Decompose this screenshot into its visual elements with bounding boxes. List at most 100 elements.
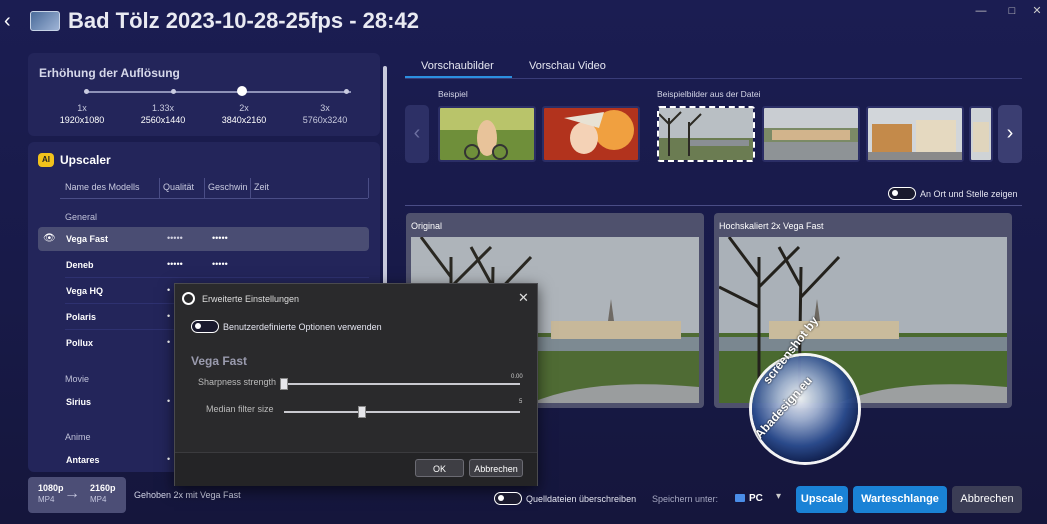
sharpness-slider-track[interactable] [284, 383, 520, 385]
status-text: Gehoben 2x mit Vega Fast [134, 490, 241, 500]
scale-option[interactable]: 3x 5760x3240 [285, 102, 365, 126]
minimize-button[interactable]: — [966, 2, 996, 20]
scale-slider-track[interactable] [86, 91, 351, 93]
model-name: Sirius [66, 397, 92, 407]
preview-divider [405, 205, 1022, 206]
tab-vorschaubilder[interactable]: Vorschaubilder [421, 60, 494, 72]
ok-button[interactable]: OK [415, 459, 464, 477]
median-filter-slider-track[interactable] [284, 411, 520, 413]
source-resolution: 1080p [38, 483, 64, 493]
quality-rating: • [167, 454, 171, 464]
median-filter-value: 5 [519, 399, 523, 405]
resolution-heading: Erhöhung der Auflösung [39, 66, 180, 80]
file-sample-thumbnail-4[interactable] [969, 106, 993, 162]
column-divider [204, 178, 205, 198]
in-place-label: An Ort und Stelle zeigen [920, 189, 1018, 199]
back-arrow-icon[interactable]: ‹ [4, 10, 20, 32]
scale-tick-1-33x[interactable] [171, 89, 176, 94]
column-quality[interactable]: Qualität [163, 182, 194, 192]
speed-rating: ••••• [212, 259, 228, 269]
row-divider [65, 277, 369, 278]
tab-vorschau-video[interactable]: Vorschau Video [529, 60, 606, 72]
next-thumbnails-button[interactable]: › [998, 105, 1022, 163]
source-format: MP4 [38, 495, 55, 504]
save-target[interactable]: PC [749, 493, 763, 504]
column-divider [250, 178, 251, 198]
upscaled-preview-panel: Hochskaliert 2x Vega Fast [714, 213, 1012, 408]
model-name: Antares [66, 455, 100, 465]
column-divider [368, 178, 369, 198]
quality-rating: • [167, 337, 171, 347]
scale-tick-3x[interactable] [344, 89, 349, 94]
dialog-cancel-button[interactable]: Abbrechen [469, 459, 523, 477]
pc-monitor-icon [735, 494, 745, 502]
target-resolution: 2160p [90, 483, 116, 493]
custom-options-label: Benutzerdefinierte Optionen verwenden [223, 322, 382, 332]
sharpness-label: Sharpness strength [198, 377, 277, 387]
example-thumbnail-girl[interactable] [438, 106, 536, 162]
model-row-deneb[interactable]: Deneb ••••• ••••• [38, 253, 369, 277]
file-samples-label: Beispielbilder aus der Datei [657, 89, 761, 99]
sharpness-value: 0.00 [511, 374, 523, 380]
cancel-button[interactable]: Abbrechen [952, 486, 1022, 513]
custom-options-toggle[interactable] [191, 320, 219, 333]
quality-rating: • [167, 285, 171, 295]
tab-divider [405, 78, 1022, 79]
quality-rating: • [167, 396, 171, 406]
anime-character-image [544, 108, 638, 160]
model-heading: Vega Fast [191, 354, 248, 368]
header-divider [60, 198, 368, 199]
model-name: Vega HQ [66, 286, 104, 296]
scale-knob[interactable] [237, 86, 247, 96]
resolution-panel: Erhöhung der Auflösung 1x 1920x1080 1.33x… [28, 53, 380, 136]
scale-tick-1x[interactable] [84, 89, 89, 94]
window-title: Bad Tölz 2023-10-28-25fps - 28:42 [68, 8, 419, 33]
scale-option[interactable]: 1x 1920x1080 [42, 102, 122, 126]
model-list-scrollbar[interactable] [383, 66, 387, 296]
column-model-name[interactable]: Name des Modells [65, 182, 140, 192]
scale-option[interactable]: 1.33x 2560x1440 [123, 102, 203, 126]
save-to-label: Speichern unter: [652, 494, 719, 504]
overwrite-toggle[interactable] [494, 492, 522, 505]
file-sample-image [659, 108, 753, 160]
prev-thumbnails-button[interactable]: ‹ [405, 105, 429, 163]
original-label: Original [411, 221, 443, 231]
eye-icon[interactable]: 👁 [43, 233, 56, 244]
queue-button[interactable]: Warteschlange [853, 486, 947, 513]
group-label-general: General [65, 212, 98, 222]
in-place-toggle[interactable] [888, 187, 916, 200]
app-logo-icon [182, 292, 195, 305]
median-filter-slider-knob[interactable] [358, 406, 366, 418]
chevron-down-icon[interactable]: ▾ [776, 491, 781, 502]
group-label-anime: Anime [65, 432, 91, 442]
target-format: MP4 [90, 495, 107, 504]
overwrite-label: Quelldateien überschreiben [526, 494, 637, 504]
model-row-vega-fast[interactable]: 👁 Vega Fast ••••• ••••• [38, 227, 369, 251]
dialog-title: Erweiterte Einstellungen [202, 294, 300, 304]
ai-badge-icon: AI [38, 153, 54, 167]
upscale-button[interactable]: Upscale [796, 486, 848, 513]
example-label: Beispiel [438, 89, 468, 99]
model-name: Pollux [66, 338, 94, 348]
file-sample-image [868, 108, 962, 160]
example-thumbnail-anime[interactable] [542, 106, 640, 162]
column-speed[interactable]: Geschwin [208, 182, 248, 192]
model-name: Vega Fast [66, 234, 109, 244]
file-sample-thumbnail-3[interactable] [866, 106, 964, 162]
file-sample-thumbnail-2[interactable] [762, 106, 860, 162]
video-thumbnail-icon [30, 11, 60, 31]
upscaled-label: Hochskaliert 2x Vega Fast [719, 221, 824, 231]
format-conversion-box: 1080p MP4 → 2160p MP4 [28, 477, 126, 513]
scale-option[interactable]: 2x 3840x2160 [204, 102, 284, 126]
girl-bicycle-image [440, 108, 534, 160]
column-divider [159, 178, 160, 198]
dialog-close-icon[interactable]: ✕ [518, 290, 529, 306]
sharpness-slider-knob[interactable] [280, 378, 288, 390]
column-time[interactable]: Zeit [254, 182, 269, 192]
file-sample-thumbnail-1[interactable] [657, 106, 755, 162]
close-button[interactable]: ✕ [1022, 2, 1047, 20]
quality-rating: • [167, 311, 171, 321]
median-filter-label: Median filter size [206, 404, 274, 414]
group-label-movie: Movie [65, 374, 90, 384]
file-sample-image [764, 108, 858, 160]
